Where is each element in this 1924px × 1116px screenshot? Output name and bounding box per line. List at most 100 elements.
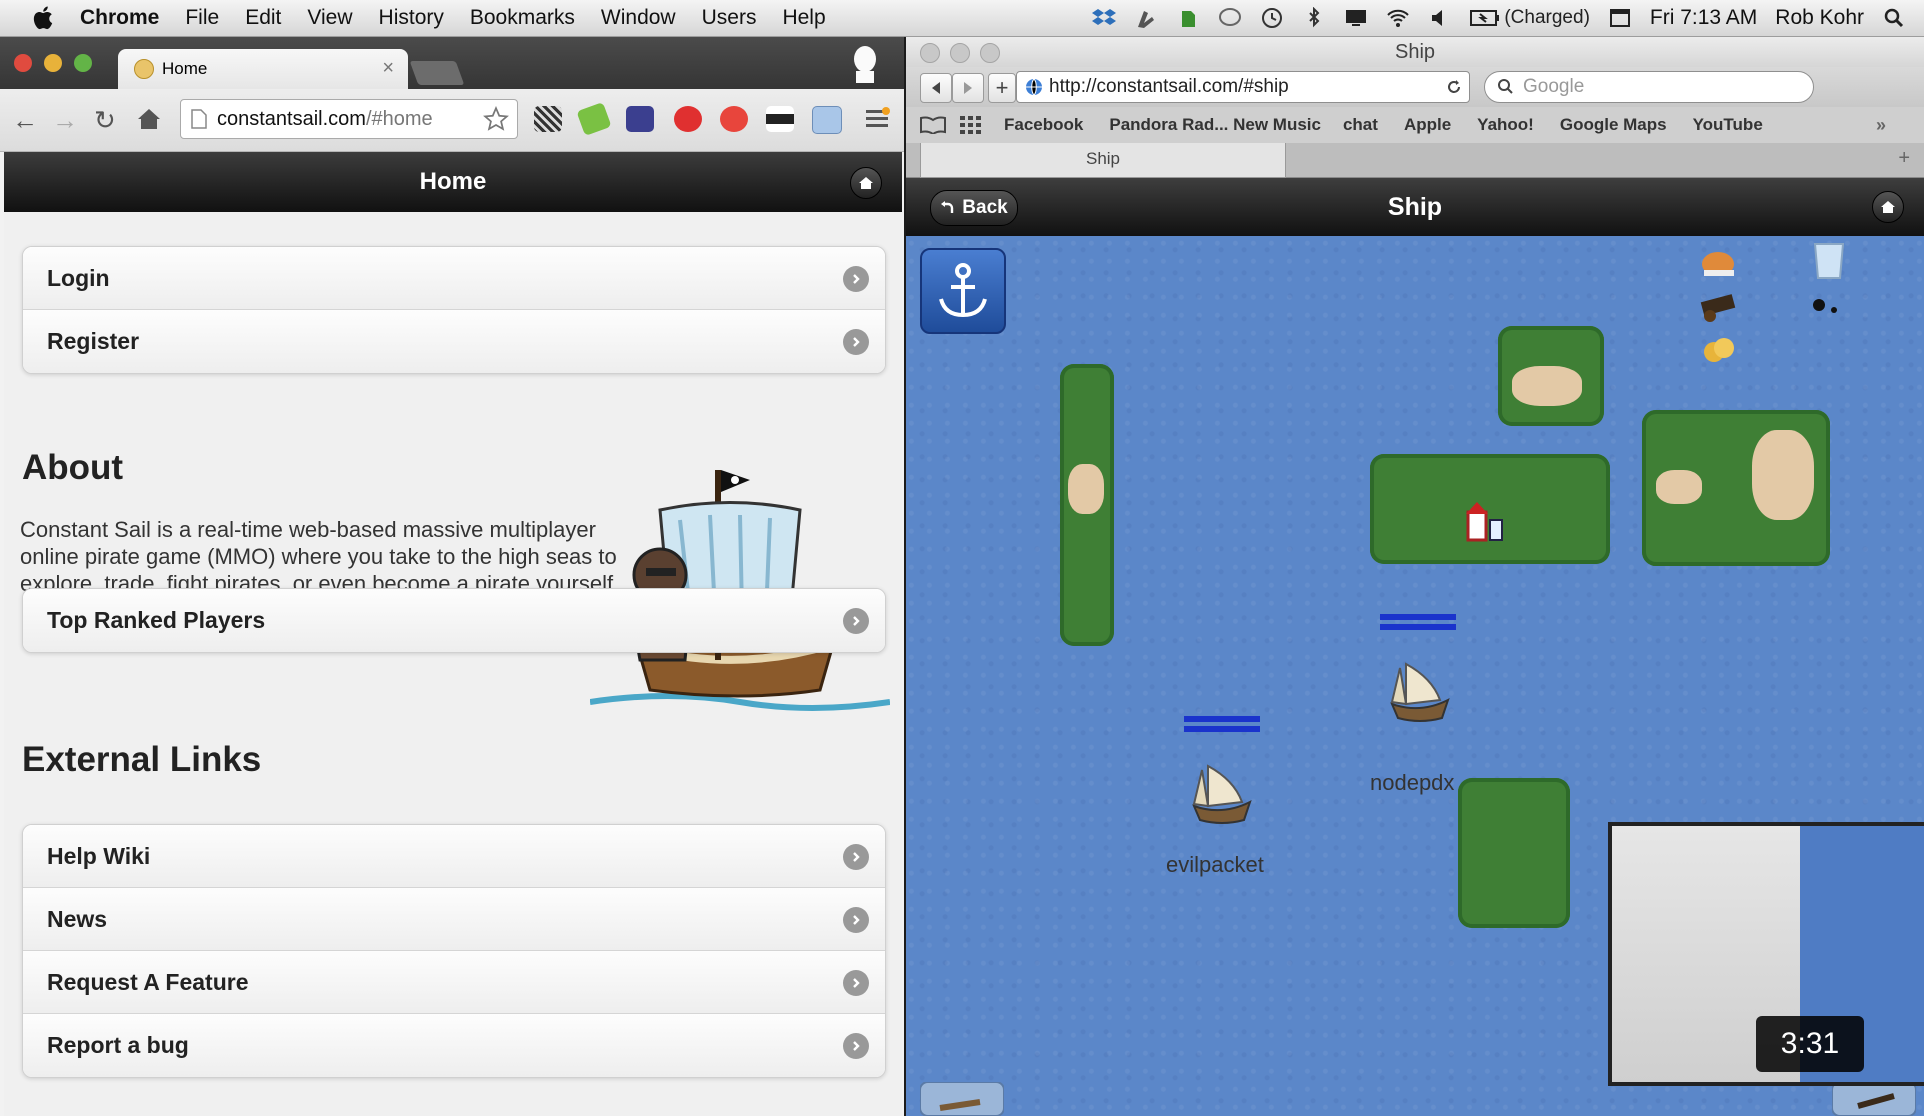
list-item-news[interactable]: News	[23, 888, 885, 951]
anchor-button[interactable]	[920, 248, 1006, 334]
back-arrow-icon[interactable]: ←	[12, 105, 38, 136]
island-sand	[1656, 470, 1702, 504]
chevron-right-icon	[843, 1033, 869, 1059]
ship-icon[interactable]	[1382, 654, 1458, 726]
island	[1458, 778, 1570, 928]
list-item-request-feature[interactable]: Request A Feature	[23, 951, 885, 1014]
zoom-window-button[interactable]	[74, 54, 92, 72]
back-button[interactable]: Back	[930, 190, 1018, 226]
evernote-icon[interactable]	[1176, 7, 1200, 29]
list-item-top-ranked-players[interactable]: Top Ranked Players	[23, 589, 885, 652]
cannon-resource-icon[interactable]	[1696, 288, 1742, 324]
menu-edit[interactable]: Edit	[245, 6, 281, 30]
zoom-window-button[interactable]	[980, 43, 1000, 63]
inventory-cannon-icon[interactable]	[1832, 1082, 1916, 1116]
mask-extension-icon[interactable]	[766, 106, 794, 132]
user-name[interactable]: Rob Kohr	[1775, 6, 1864, 30]
dropbox-icon[interactable]	[1092, 7, 1117, 29]
chrome-window: Home × ← → ↻ constantsail.com/#home Home	[0, 37, 904, 1116]
trash-icon[interactable]	[1810, 240, 1848, 280]
top-sites-grid-icon[interactable]	[960, 116, 982, 134]
close-window-button[interactable]	[14, 54, 32, 72]
list-item-login[interactable]: Login	[23, 247, 885, 310]
apple-icon[interactable]	[30, 4, 58, 32]
ship-icon[interactable]	[1184, 756, 1260, 828]
volume-icon[interactable]	[1428, 7, 1452, 29]
back-curve-icon	[941, 201, 954, 213]
search-field[interactable]: Google	[1484, 71, 1814, 103]
calendar-icon[interactable]	[1608, 7, 1632, 29]
window-extension-icon[interactable]	[812, 106, 842, 134]
menu-help[interactable]: Help	[782, 6, 825, 30]
profile-avatar-icon[interactable]	[850, 45, 880, 85]
back-button[interactable]	[920, 73, 952, 103]
forward-arrow-icon[interactable]: →	[52, 105, 78, 136]
url-text: http://constantsail.com/#ship	[1049, 76, 1289, 97]
battery-status[interactable]: (Charged)	[1470, 7, 1590, 29]
address-bar[interactable]: http://constantsail.com/#ship	[1016, 71, 1470, 103]
bluetooth-icon[interactable]	[1302, 7, 1326, 29]
hand-icon[interactable]	[1134, 7, 1158, 29]
menu-history[interactable]: History	[379, 6, 444, 30]
bookmark-chat[interactable]: chat	[1343, 115, 1378, 135]
reload-icon[interactable]	[1445, 78, 1463, 96]
reload-icon[interactable]: ↻	[94, 105, 116, 136]
battery-icon	[1470, 10, 1500, 26]
ship-health-bar	[1184, 716, 1260, 722]
home-icon[interactable]	[136, 107, 162, 131]
chrome-menu-icon[interactable]	[864, 107, 890, 131]
minimize-window-button[interactable]	[44, 54, 62, 72]
bookmark-apple[interactable]: Apple	[1404, 115, 1451, 135]
green-extension-icon[interactable]	[576, 101, 612, 137]
safari-tab-ship[interactable]: Ship	[920, 143, 1286, 178]
bookmark-pandora[interactable]: Pandora Rad... New Music	[1109, 115, 1321, 135]
time-machine-icon[interactable]	[1260, 7, 1284, 29]
add-bookmark-button[interactable]: +	[988, 73, 1016, 103]
header-home-button[interactable]	[1872, 191, 1904, 223]
menu-file[interactable]: File	[185, 6, 219, 30]
battery-label: (Charged)	[1504, 7, 1590, 28]
cannonball-icon[interactable]	[1810, 296, 1840, 316]
new-tab-button[interactable]	[409, 61, 465, 85]
inventory-ship-icon[interactable]	[920, 1082, 1004, 1116]
chrome-tab-home[interactable]: Home ×	[118, 49, 408, 89]
list-item-register[interactable]: Register	[23, 310, 885, 373]
bookmark-star-icon[interactable]	[483, 106, 509, 132]
chevron-right-icon	[843, 907, 869, 933]
home-page-header: Home	[4, 152, 902, 213]
close-tab-button[interactable]: ×	[382, 57, 394, 80]
gold-resource-icon[interactable]	[1700, 334, 1740, 370]
wifi-icon[interactable]	[1386, 7, 1410, 29]
purple-extension-icon[interactable]	[626, 106, 654, 132]
food-resource-icon[interactable]	[1696, 242, 1742, 282]
bookmarks-bar: Facebook Pandora Rad... New Music chat A…	[906, 107, 1924, 143]
list-item-report-bug[interactable]: Report a bug	[23, 1014, 885, 1077]
spotlight-search-icon[interactable]	[1882, 7, 1906, 29]
forward-button[interactable]	[952, 73, 984, 103]
minimize-window-button[interactable]	[950, 43, 970, 63]
bookmark-youtube[interactable]: YouTube	[1693, 115, 1763, 135]
menu-window[interactable]: Window	[601, 6, 676, 30]
chat-bubble-icon[interactable]	[1218, 7, 1242, 29]
reading-list-icon[interactable]	[920, 116, 946, 134]
more-bookmarks-chevron-icon[interactable]: »	[1876, 115, 1886, 136]
bookmark-google-maps[interactable]: Google Maps	[1560, 115, 1667, 135]
display-icon[interactable]	[1344, 7, 1368, 29]
clock[interactable]: Fri 7:13 AM	[1650, 6, 1757, 30]
tomato-extension-icon[interactable]	[720, 106, 748, 132]
header-home-button[interactable]	[850, 167, 882, 199]
new-tab-plus-icon[interactable]: +	[1898, 147, 1910, 170]
menu-view[interactable]: View	[307, 6, 352, 30]
address-bar[interactable]: constantsail.com/#home	[180, 99, 518, 139]
menu-app-name[interactable]: Chrome	[80, 6, 159, 30]
opera-extension-icon[interactable]	[674, 106, 702, 132]
chevron-right-icon	[843, 970, 869, 996]
menu-users[interactable]: Users	[702, 6, 757, 30]
bookmark-facebook[interactable]: Facebook	[1004, 115, 1083, 135]
list-item-help-wiki[interactable]: Help Wiki	[23, 825, 885, 888]
close-window-button[interactable]	[920, 43, 940, 63]
qr-code-extension-icon[interactable]	[534, 106, 562, 132]
menu-bookmarks[interactable]: Bookmarks	[470, 6, 575, 30]
bookmark-yahoo[interactable]: Yahoo!	[1477, 115, 1534, 135]
port-town-icon[interactable]	[1462, 498, 1508, 546]
